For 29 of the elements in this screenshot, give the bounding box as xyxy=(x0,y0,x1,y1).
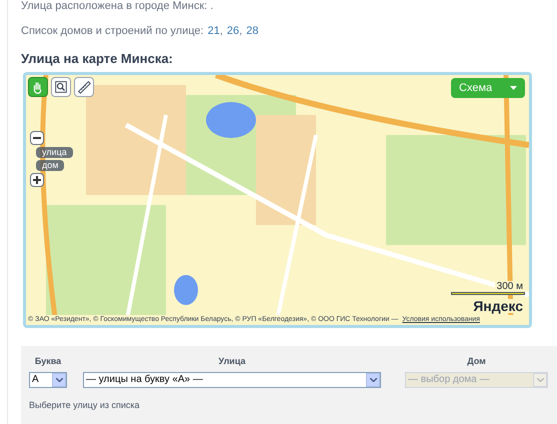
minus-icon xyxy=(33,134,41,142)
intro-text: Улица расположена в городе Минск: . xyxy=(21,0,214,12)
scale-label: 300 м xyxy=(494,281,525,292)
field-label: Дом xyxy=(467,355,486,368)
zoom-in-button[interactable] xyxy=(30,173,44,187)
magnifier-icon xyxy=(53,79,69,95)
house-link[interactable]: 21 xyxy=(208,23,220,40)
field-label: Улица xyxy=(218,355,246,368)
hint-text: Выберите улицу из списка xyxy=(29,398,141,412)
separator-text: , xyxy=(220,24,223,39)
map-tool-button[interactable] xyxy=(74,77,94,97)
layer-dropdown-button[interactable]: Схема xyxy=(451,78,525,98)
zoom-level-label[interactable]: улица xyxy=(36,147,73,158)
zoom-level-label[interactable]: дом xyxy=(36,160,64,171)
separator-text: , xyxy=(239,24,242,39)
house-link[interactable]: 26 xyxy=(226,23,240,40)
dropdown-field[interactable]: — улицы на букву «А» — xyxy=(83,372,381,388)
map-tool-button[interactable] xyxy=(51,77,71,97)
ruler-icon xyxy=(76,79,92,95)
map-heading: Улица на карте Минска: xyxy=(21,50,174,68)
dropdown-field[interactable]: А xyxy=(29,372,67,388)
map-logo: Яндекс xyxy=(471,299,525,313)
field-label: Буква xyxy=(34,355,62,368)
plus-icon xyxy=(33,176,41,184)
map-tool-button[interactable] xyxy=(28,77,48,97)
zoom-out-button[interactable] xyxy=(30,131,44,145)
caret-icon xyxy=(510,86,517,90)
houses-label: Список домов и строений по улице: xyxy=(21,24,204,39)
house-link[interactable]: 28 xyxy=(246,23,258,40)
